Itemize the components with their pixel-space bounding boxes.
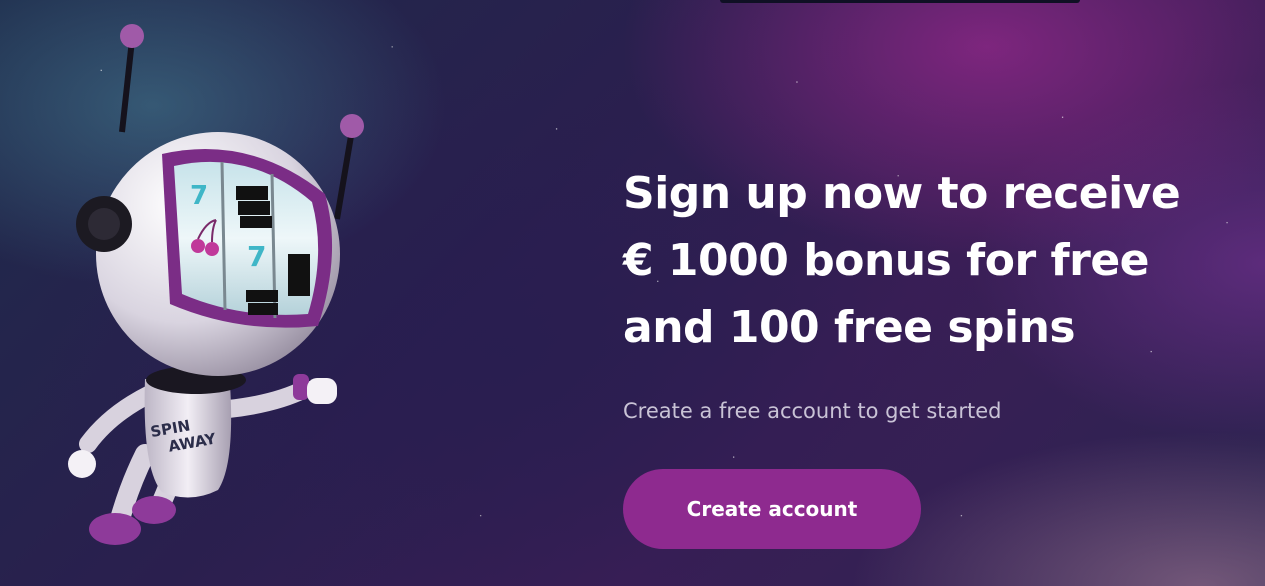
reel-seven-icon: 7 [247,240,266,273]
create-account-button[interactable]: Create account [623,469,921,549]
right-antenna-ball [340,114,364,138]
left-boot [89,513,141,545]
reel-seven-icon: 7 [190,181,208,211]
right-cuff [293,374,309,400]
right-boot [132,496,176,524]
promo-subtext: Create a free account to get started [623,399,1002,423]
headline-line-2: € 1000 bonus for free [623,235,1150,286]
headline-line-1: Sign up now to receive [623,168,1181,219]
headline-line-3: and 100 free spins [623,302,1076,353]
signup-promo: Sign up now to receive € 1000 bonus for … [623,160,1223,425]
promo-headline: Sign up now to receive € 1000 bonus for … [623,160,1223,361]
left-arm [79,385,159,453]
bar-symbol-icon [288,254,310,296]
bar-symbol-icon [236,186,272,228]
top-edge-strip [720,0,1080,3]
slot-robot-mascot-illustration: SPIN AWAY 7 7 [68,24,364,545]
left-antenna [119,39,135,133]
left-antenna-ball [120,24,144,48]
right-hand [307,378,337,404]
left-hand [68,450,96,478]
right-antenna [334,129,355,220]
